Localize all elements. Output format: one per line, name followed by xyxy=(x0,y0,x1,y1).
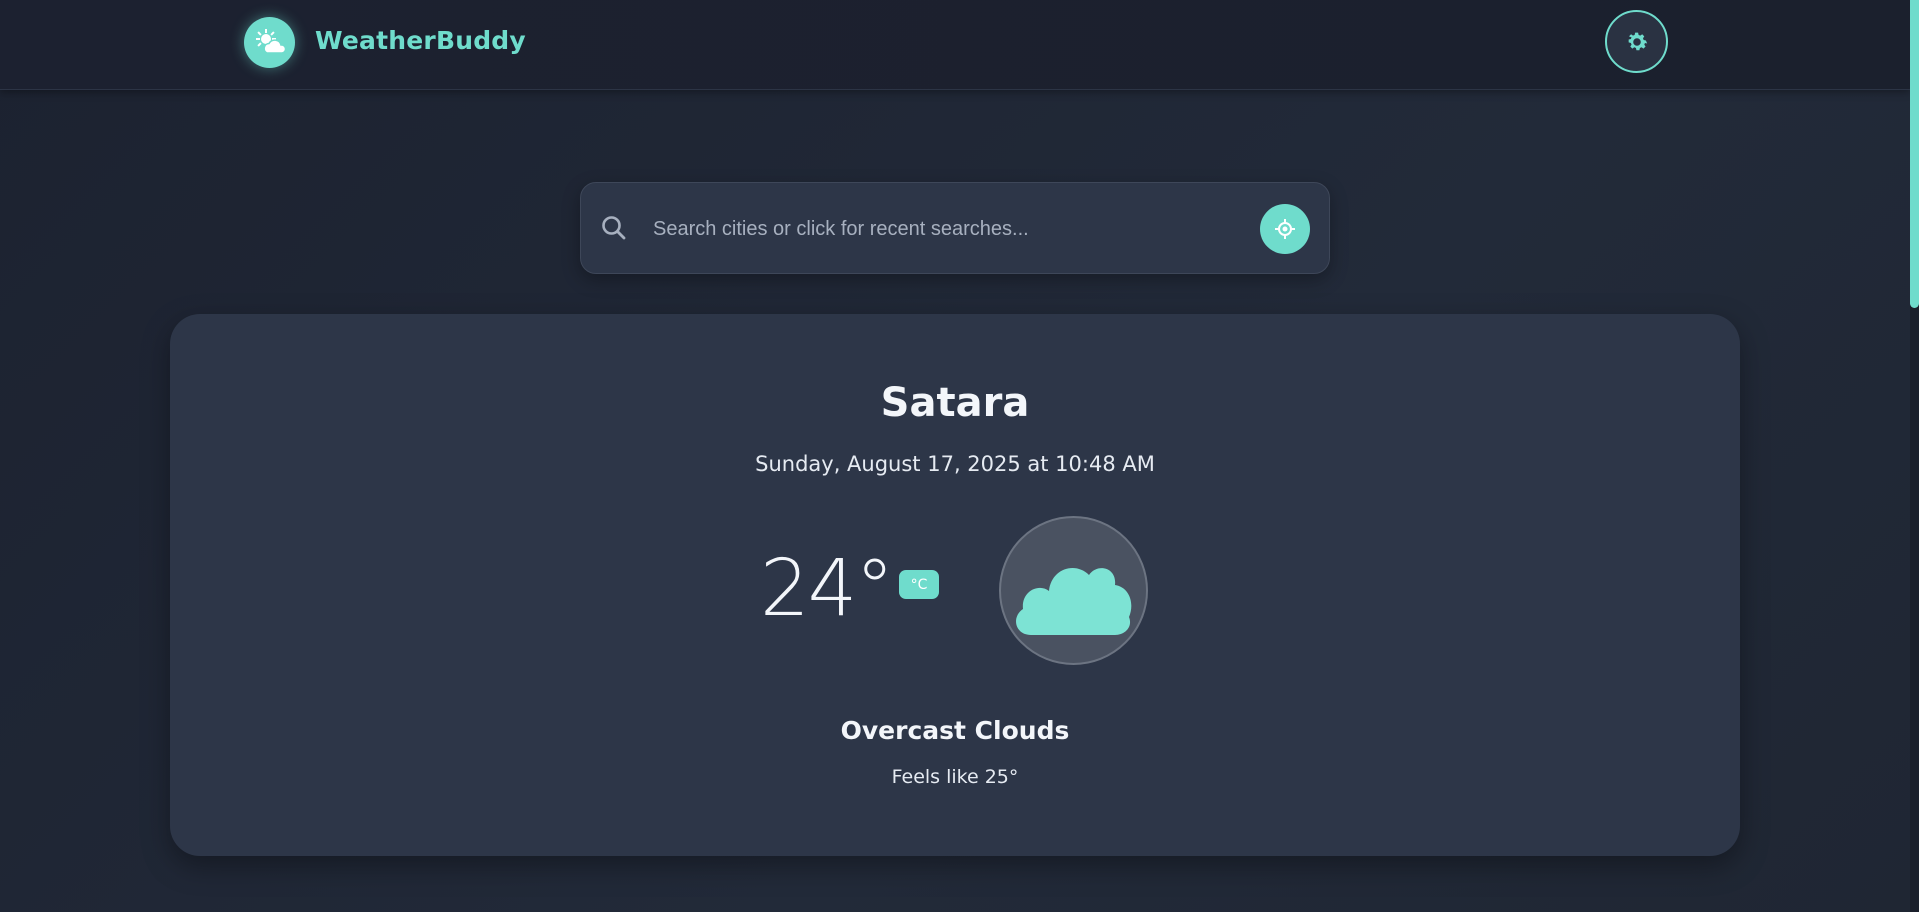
weather-icon-container xyxy=(999,516,1148,665)
feels-like-temperature: Feels like 25° xyxy=(891,766,1019,788)
app-name[interactable]: WeatherBuddy xyxy=(315,26,526,55)
current-location-button[interactable] xyxy=(1260,204,1310,254)
settings-button[interactable] xyxy=(1605,10,1668,73)
scrollbar-thumb[interactable] xyxy=(1910,0,1919,308)
search-input[interactable] xyxy=(653,205,1253,253)
crosshair-location-icon xyxy=(1275,219,1295,239)
weather-partly-cloudy-icon xyxy=(255,28,286,54)
cloud-icon xyxy=(1015,567,1131,635)
search-bar xyxy=(580,182,1330,274)
weather-logo-icon[interactable] xyxy=(244,17,295,68)
top-bar: WeatherBuddy xyxy=(0,0,1910,90)
temperature: 24° xyxy=(760,544,894,634)
date-time: Sunday, August 17, 2025 at 10:48 AM xyxy=(755,452,1155,476)
gear-icon xyxy=(1628,32,1647,50)
weather-condition: Overcast Clouds xyxy=(840,716,1070,745)
app-page: WeatherBuddy Satara Sunday, Au xyxy=(0,0,1919,912)
current-weather-card: Satara Sunday, August 17, 2025 at 10:48 … xyxy=(170,314,1740,856)
search-icon xyxy=(602,216,626,240)
unit-toggle-button[interactable]: °C xyxy=(899,570,939,599)
city-name: Satara xyxy=(880,380,1030,426)
